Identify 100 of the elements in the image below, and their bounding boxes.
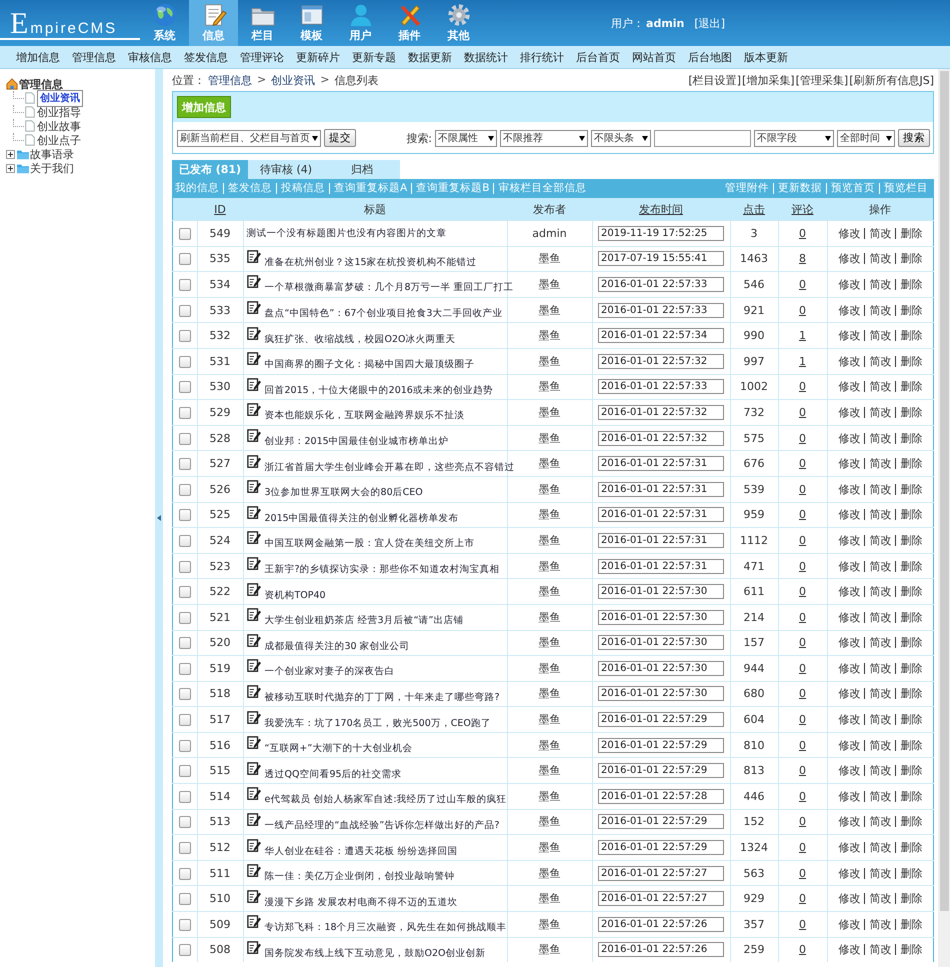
checkbox[interactable] [178,637,191,650]
logout-link[interactable]: [退出] [694,16,725,30]
title-link[interactable]: 一线产品经理的“血战经验”告诉你怎样做出好的产品? [264,818,500,832]
time-field[interactable]: 2016-01-01 22:57:32 [598,430,724,446]
action-link[interactable]: 修改 [834,688,864,700]
title-link[interactable]: 3位参加世界互联网大会的80后CEO [264,486,423,500]
time-field[interactable]: 2016-01-01 22:57:30 [598,660,724,676]
action-link[interactable]: 简改 [864,842,896,854]
menu-item[interactable]: 签发信息 [178,50,234,64]
action-link[interactable]: 简改 [864,790,896,802]
tree-item[interactable]: 创业点子 [37,132,81,148]
checkbox[interactable] [178,406,191,419]
action-link[interactable]: 删除 [895,304,926,316]
time-field[interactable]: 2016-01-01 22:57:26 [598,916,724,932]
menu-item[interactable]: 审核信息 [122,50,178,64]
collapse-arrow-icon[interactable] [157,515,161,521]
title-link[interactable]: e代驾裁员 创始人杨家军自述:我经历了过山车般的疯狂 [264,793,507,806]
title-link[interactable]: 资机构TOP40 [264,588,326,602]
comments-link[interactable]: 0 [799,662,806,675]
checkbox[interactable] [178,586,191,598]
title-link[interactable]: 国务院发布线上线下互动意见，鼓励O2O创业创新 [264,946,486,960]
title-link[interactable]: 疯狂扩张、收缩战线，校园O2O冰火两重天 [264,332,456,346]
title-link[interactable]: 一个创业家对妻子的深夜告白 [264,665,394,678]
search-field[interactable] [654,130,751,146]
action-link[interactable]: 简改 [864,330,896,342]
action-link[interactable]: 修改 [834,714,864,726]
action-link[interactable]: 修改 [834,509,864,520]
checkbox[interactable] [178,304,191,317]
comments-link[interactable]: 0 [799,841,806,854]
action-link[interactable]: 修改 [834,765,864,776]
action-link[interactable]: 简改 [864,356,896,367]
time-field[interactable]: 2016-01-01 22:57:31 [598,558,724,574]
tree-item[interactable]: 创业指导 [37,104,81,120]
tree-item[interactable]: 创业资讯 [37,90,83,106]
nav-item[interactable]: 用户 [336,0,385,46]
action-link[interactable]: 删除 [895,458,926,470]
action-link[interactable]: 修改 [834,612,864,623]
checkbox[interactable] [178,330,191,342]
top-link[interactable]: [增加采集] [742,72,795,88]
action-link[interactable]: 修改 [834,637,864,648]
action-link[interactable]: 简改 [864,740,896,751]
checkbox[interactable] [178,944,191,956]
dropdown[interactable]: 不限头条 [591,130,651,146]
menu-item[interactable]: 后台地图 [682,50,738,64]
comments-link[interactable]: 0 [799,226,806,240]
action-link[interactable]: 删除 [895,842,926,854]
checkbox[interactable] [178,714,191,726]
action-link[interactable]: 删除 [895,586,926,598]
action-link[interactable]: 修改 [834,432,864,444]
time-field[interactable]: 2016-01-01 22:57:34 [598,328,724,344]
comments-link[interactable]: 8 [799,252,806,266]
checkbox[interactable] [178,458,191,470]
time-field[interactable]: 2016-01-01 22:57:29 [598,712,724,728]
checkbox[interactable] [178,560,191,572]
action-link[interactable]: 删除 [895,765,926,776]
tree-item[interactable]: 管理信息 [19,76,63,92]
title-link[interactable]: 我爱洗车：坑了170名员工，败光500万，CEO跑了 [264,716,491,730]
time-field[interactable]: 2017-07-19 15:55:41 [598,251,724,266]
time-field[interactable]: 2016-01-01 22:57:29 [598,738,724,753]
action-link[interactable]: 修改 [834,868,864,879]
action-link[interactable]: 简改 [864,688,896,700]
action-link[interactable]: 修改 [834,381,864,392]
checkbox[interactable] [178,790,191,803]
title-link[interactable]: 漫漫下乡路 发展农村电商不得不迈的五道坎 [264,896,458,909]
expand-icon[interactable] [6,150,15,158]
checkbox[interactable] [178,534,191,547]
action-link[interactable]: 修改 [834,534,864,546]
submit-button[interactable]: 提交 [324,129,356,147]
title-link[interactable]: 一个草根微商暴富梦破：几个月8万亏一半 重回工厂打工 [264,281,514,294]
time-field[interactable]: 2016-01-01 22:57:33 [598,276,724,292]
action-link[interactable]: 删除 [895,816,926,828]
scrollbar-thumb[interactable] [940,71,948,911]
action-link[interactable]: 简改 [864,253,896,264]
action-link[interactable]: 删除 [895,228,926,239]
action-link[interactable]: 删除 [895,918,926,930]
action-link[interactable]: 简改 [864,458,896,470]
time-field[interactable]: 2016-01-01 22:57:32 [598,404,724,420]
action-link[interactable]: 修改 [834,586,864,598]
title-link[interactable]: 资本也能娱乐化，互联网金融跨界娱乐不扯淡 [264,409,464,422]
comments-link[interactable]: 0 [799,482,806,496]
menu-item[interactable]: 增加信息 [10,50,66,64]
checkbox[interactable] [178,688,191,700]
action-link[interactable]: 删除 [895,688,926,700]
title-link[interactable]: 专访郑飞科：18个月三次融资，风先生在如何挑战顺丰 [264,921,507,934]
action-link[interactable]: 删除 [895,637,926,648]
action-link[interactable]: 简改 [864,406,896,418]
action-link[interactable]: 修改 [834,253,864,264]
action-link[interactable]: 删除 [895,509,926,520]
comments-link[interactable]: 0 [799,406,806,419]
action-link[interactable]: 删除 [895,356,926,367]
comments-link[interactable]: 0 [799,713,806,726]
action-link[interactable]: 简改 [864,304,896,316]
comments-link[interactable]: 1 [799,329,806,342]
action-link[interactable]: 简改 [864,586,896,598]
action-link[interactable]: 修改 [834,484,864,495]
checkbox[interactable] [178,278,191,291]
tree-item[interactable]: 创业故事 [37,118,81,134]
time-field[interactable]: 2016-01-01 22:57:30 [598,686,724,702]
time-field[interactable]: 2016-01-01 22:57:31 [598,507,724,522]
comments-link[interactable]: 0 [799,943,806,956]
